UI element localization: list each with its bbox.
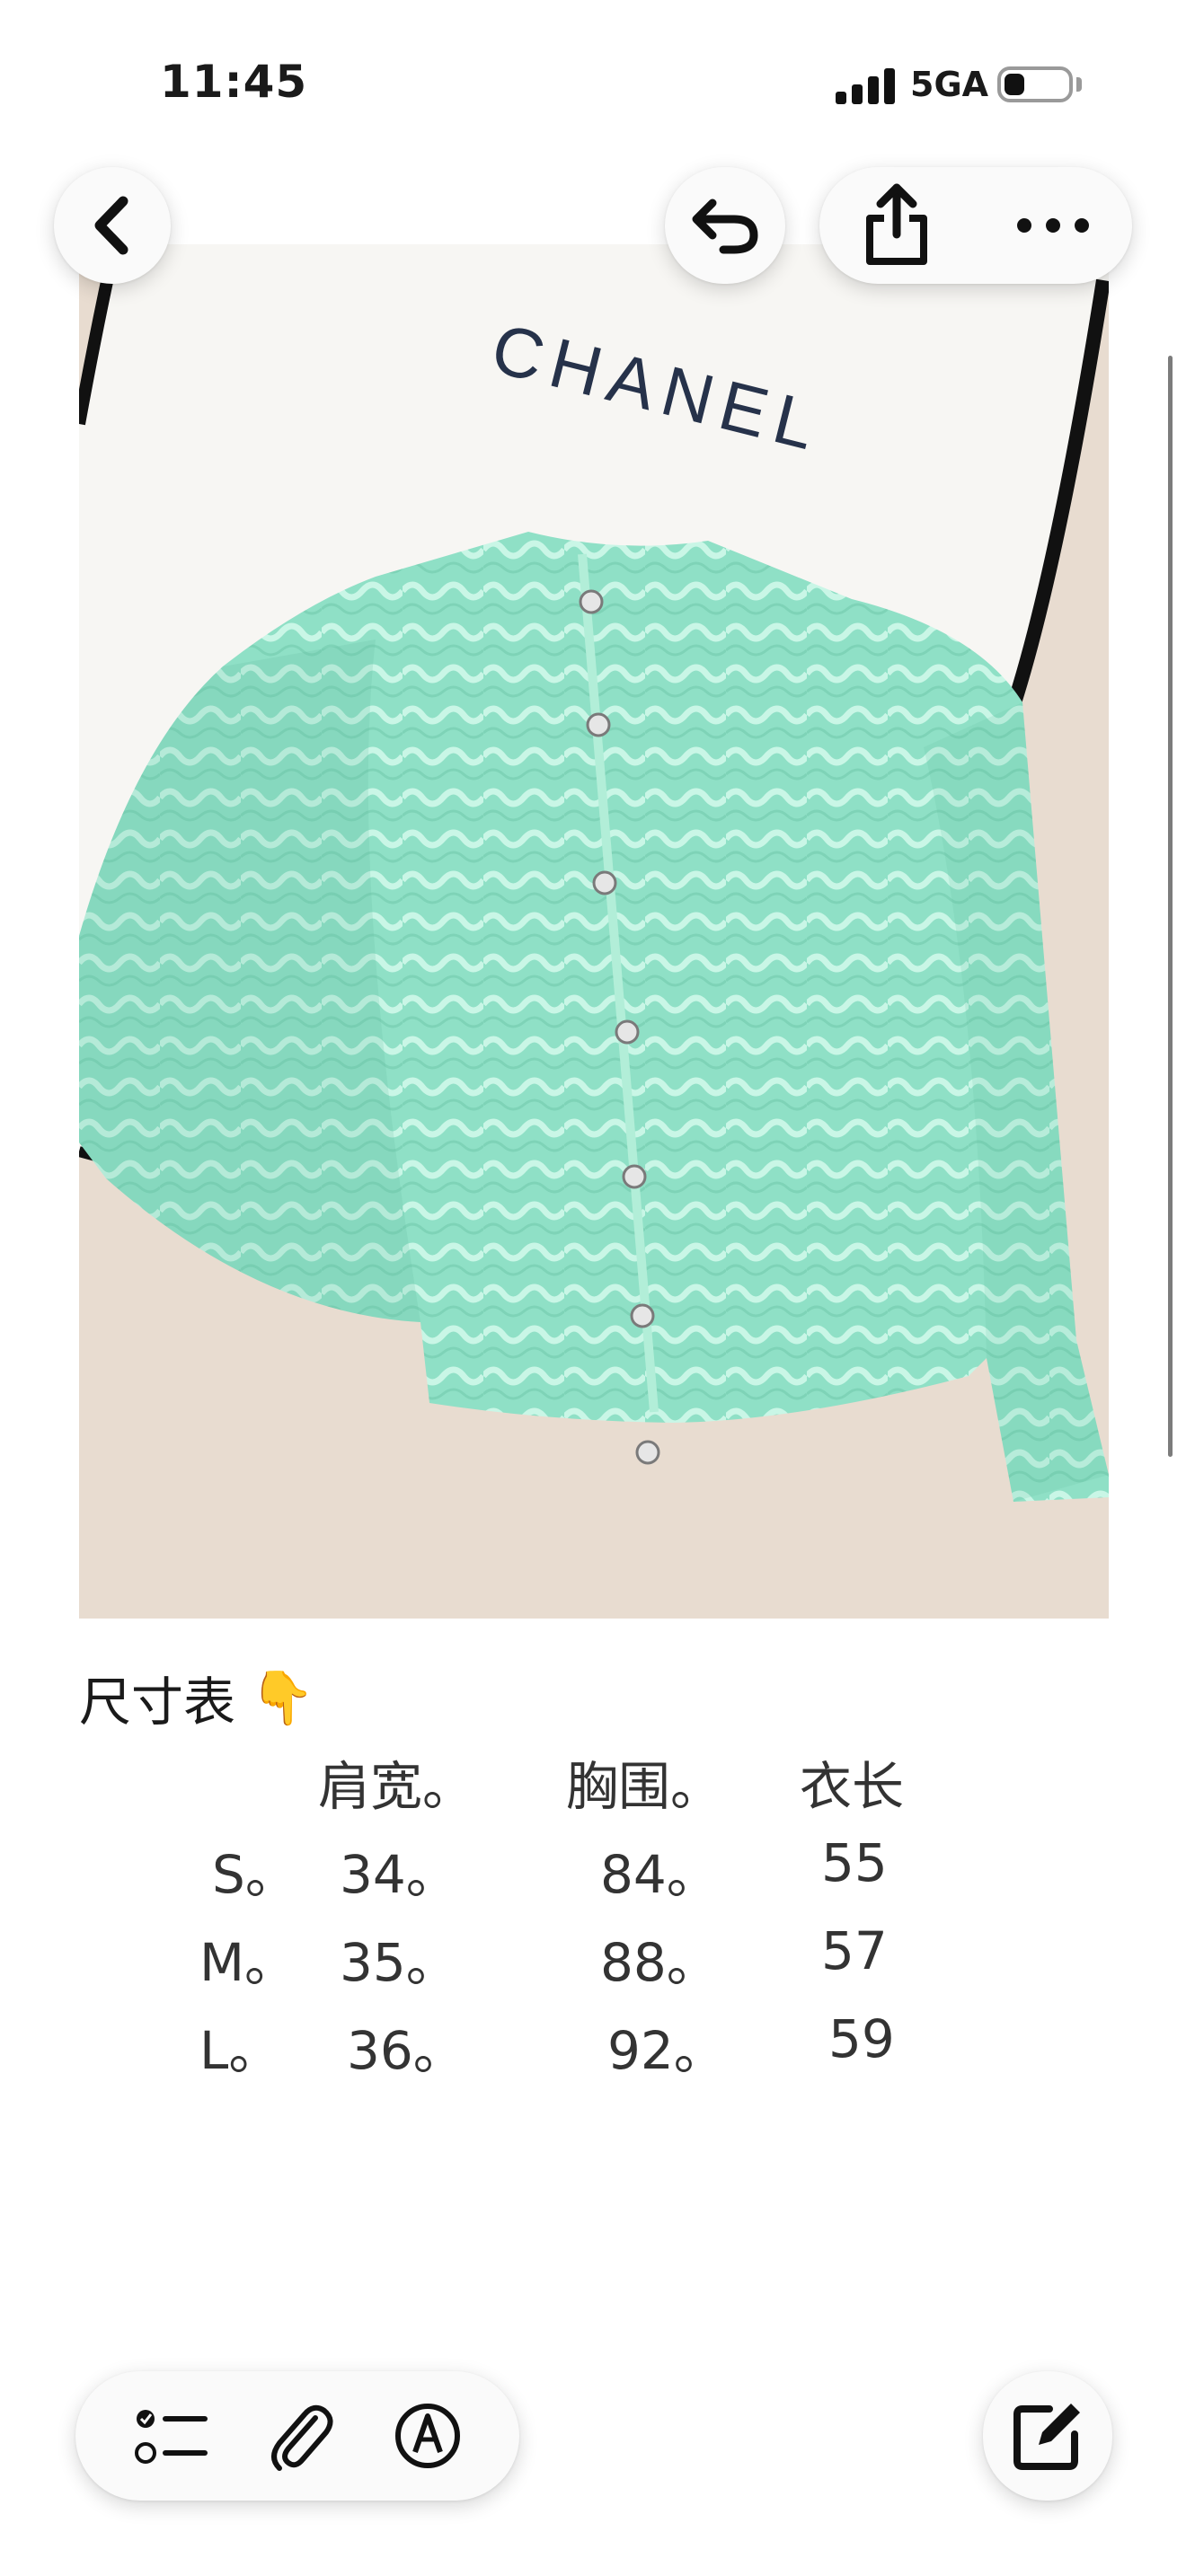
bottom-toolbar [75,2371,519,2501]
row-length: 59 [828,2008,895,2069]
battery-icon [997,66,1073,102]
scroll-indicator[interactable] [1168,356,1173,1457]
share-more-group [819,167,1132,284]
paperclip-icon[interactable] [269,2398,333,2474]
note-photo[interactable]: CHANEL [79,244,1109,1619]
row-shoulder: 36。 [347,2020,465,2081]
heading-text: 尺寸表 [79,1672,236,1733]
back-button[interactable] [54,167,171,284]
markup-pen-icon[interactable] [394,2402,462,2470]
undo-icon [689,194,761,257]
undo-button[interactable] [665,167,785,284]
header-length: 衣长 [800,1756,905,1817]
row-size: M。 [199,1932,297,1993]
row-shoulder: 35。 [340,1932,458,1993]
compose-icon [1010,2398,1085,2474]
checklist-icon[interactable] [133,2404,208,2467]
row-chest: 92。 [607,2020,726,2081]
status-bar: 11:45 5GA [0,0,1186,162]
status-time: 11:45 [160,56,308,108]
cellular-signal-icon [836,66,897,104]
size-chart-heading: 尺寸表 👇 [79,1660,314,1735]
share-icon[interactable] [861,182,933,269]
battery-tip [1076,77,1082,92]
photo-illustration: CHANEL [79,244,1109,1619]
header-shoulder: 肩宽。 [318,1756,475,1817]
row-length: 55 [821,1832,888,1893]
row-shoulder: 34。 [340,1844,458,1905]
row-size: S。 [212,1844,297,1905]
pointing-down-emoji: 👇 [250,1666,315,1728]
row-size: L。 [199,2020,281,2081]
row-length: 57 [821,1920,888,1981]
header-chest: 胸围。 [566,1756,723,1817]
network-type: 5GA [910,65,989,104]
compose-button[interactable] [983,2371,1112,2501]
row-chest: 88。 [600,1932,719,1993]
more-icon[interactable] [1015,216,1091,234]
row-chest: 84。 [600,1844,719,1905]
chevron-left-icon [85,194,139,257]
